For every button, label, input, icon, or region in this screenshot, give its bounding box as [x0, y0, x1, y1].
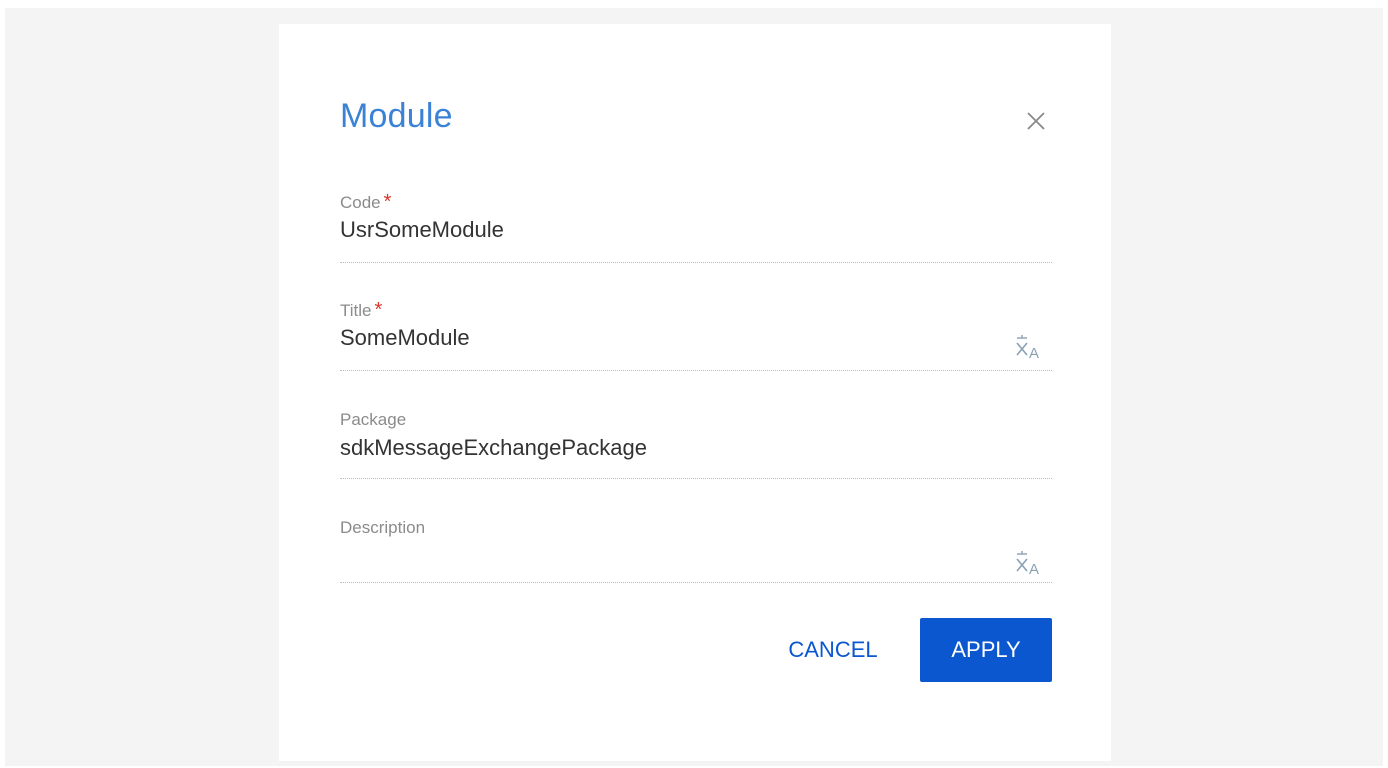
description-field[interactable]: Description A	[340, 518, 1052, 583]
translate-icon[interactable]: A	[1014, 550, 1048, 578]
description-input[interactable]	[340, 542, 1052, 570]
module-dialog: Module Code * UsrSomeModule Title * SomeMo…	[279, 24, 1111, 761]
required-mark: *	[383, 191, 392, 213]
svg-text:A: A	[1029, 561, 1039, 576]
code-field[interactable]: Code * UsrSomeModule	[340, 192, 1052, 263]
cancel-button[interactable]: CANCEL	[763, 618, 903, 682]
package-input[interactable]: sdkMessageExchangePackage	[340, 434, 1052, 462]
package-label: Package	[340, 410, 407, 429]
title-label: Title *	[340, 299, 383, 321]
dialog-title: Module	[340, 97, 453, 135]
description-label: Description	[340, 518, 426, 537]
title-input[interactable]: SomeModule	[340, 324, 1052, 352]
close-button[interactable]	[1023, 108, 1049, 134]
translate-icon[interactable]: A	[1014, 334, 1048, 362]
close-icon	[1027, 112, 1045, 130]
code-label: Code *	[340, 191, 392, 213]
required-mark: *	[374, 299, 383, 321]
title-field[interactable]: Title * SomeModule A	[340, 300, 1052, 371]
code-input[interactable]: UsrSomeModule	[340, 216, 1052, 244]
svg-text:A: A	[1029, 345, 1039, 360]
package-field[interactable]: Package sdkMessageExchangePackage	[340, 410, 1052, 479]
apply-button[interactable]: APPLY	[920, 618, 1052, 682]
